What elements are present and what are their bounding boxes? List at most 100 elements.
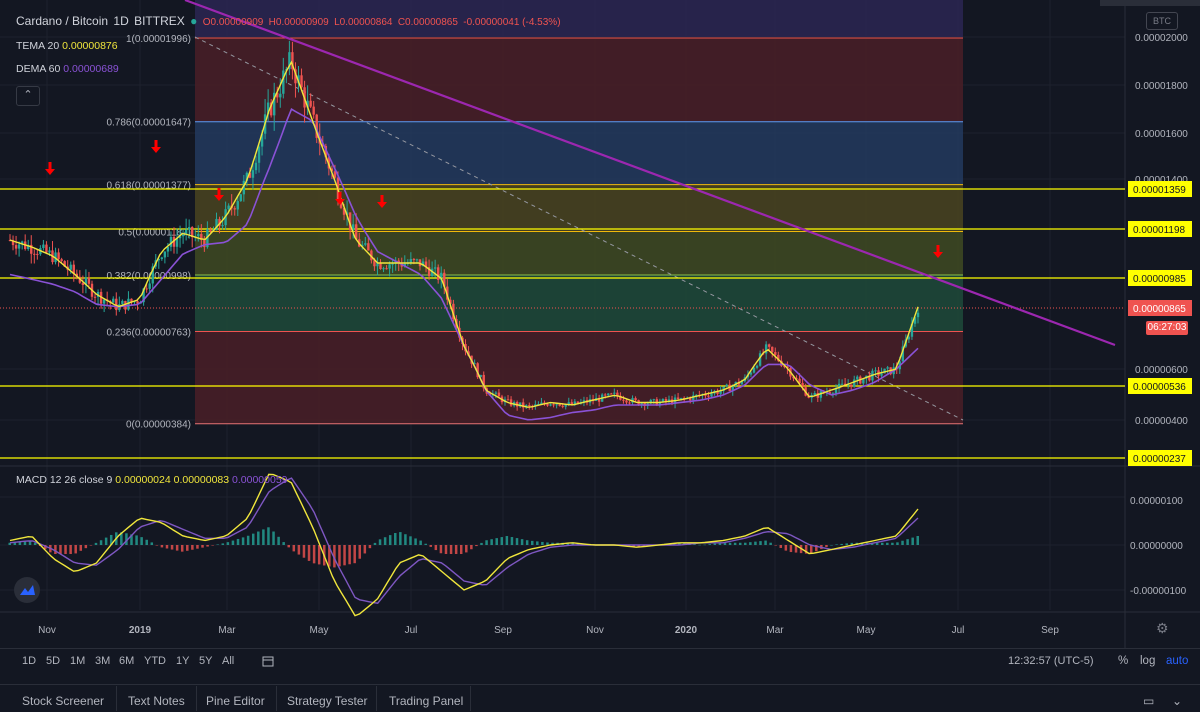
- candle-body: [236, 201, 239, 210]
- timeframe-ytd[interactable]: YTD: [144, 655, 166, 667]
- time-tick-label: Nov: [586, 625, 604, 636]
- timeframe-6m[interactable]: 6M: [119, 655, 134, 667]
- macd-histogram-bar: [703, 544, 706, 546]
- tab-trading-panel[interactable]: Trading Panel: [389, 694, 463, 708]
- timeframe-all[interactable]: All: [222, 655, 234, 667]
- chevron-up-icon: ⌃: [23, 89, 33, 101]
- time-tick-label: Mar: [218, 625, 236, 636]
- fib-zone: [195, 121, 963, 185]
- candle-body: [145, 288, 148, 290]
- auto-toggle[interactable]: auto: [1166, 655, 1188, 667]
- macd-histogram-bar: [246, 535, 250, 545]
- macd-histogram-bar: [180, 545, 184, 552]
- macd-histogram-bar: [728, 542, 732, 545]
- macd-histogram-bar: [891, 542, 894, 545]
- macd-histogram-bar: [257, 531, 260, 545]
- tab-strategy-tester[interactable]: Strategy Tester: [287, 694, 367, 708]
- candle-body: [257, 146, 261, 163]
- macd-histogram-bar: [99, 540, 103, 545]
- tab-stock-screener[interactable]: Stock Screener: [22, 694, 104, 708]
- macd-histogram-bar: [211, 545, 214, 546]
- timeframe-3m[interactable]: 3M: [95, 655, 110, 667]
- candle-body: [886, 367, 889, 369]
- macd-histogram-bar: [449, 545, 453, 554]
- time-tick-label: May: [857, 625, 876, 636]
- candle-body: [251, 170, 255, 178]
- candle-body: [561, 405, 564, 407]
- timeframe-1m[interactable]: 1M: [70, 655, 85, 667]
- candle-body: [57, 252, 60, 260]
- gear-icon[interactable]: ⚙: [1156, 620, 1169, 637]
- time-tick-label: Mar: [766, 625, 784, 636]
- fib-level-label: 0.618(0.00001377): [106, 181, 191, 192]
- candle-body: [707, 395, 710, 397]
- timeframe-5d[interactable]: 5D: [46, 655, 60, 667]
- currency-badge[interactable]: BTC: [1146, 12, 1178, 30]
- fib-zone: [195, 275, 963, 332]
- candle-body: [679, 397, 683, 399]
- candle-body: [436, 267, 440, 280]
- collapse-panel-icon[interactable]: ⌄: [1172, 694, 1182, 708]
- macd-histogram-bar: [165, 545, 169, 549]
- candle-body: [549, 404, 552, 406]
- macd-histogram-bar: [191, 545, 194, 550]
- log-toggle[interactable]: log: [1140, 655, 1155, 667]
- macd-histogram-bar: [292, 545, 296, 552]
- candle-body: [364, 243, 367, 245]
- tema-legend[interactable]: TEMA 20 0.00000876: [16, 40, 118, 52]
- macd-tick-label: 0.00000100: [1130, 496, 1183, 507]
- tab-pine-editor[interactable]: Pine Editor: [206, 694, 265, 708]
- macd-histogram-bar: [236, 538, 240, 545]
- time-axis[interactable]: Nov 2019 Mar May Jul Sep Nov 2020 Mar May Jul Sep: [38, 625, 1059, 636]
- collapse-legend-button[interactable]: ⌃: [16, 86, 40, 106]
- symbol-name[interactable]: Cardano / Bitcoin: [16, 14, 108, 28]
- macd-histogram-bar: [241, 537, 245, 545]
- candle-body: [312, 106, 315, 115]
- macd-histogram-bar: [485, 540, 488, 545]
- maximize-panel-icon[interactable]: ▭: [1143, 694, 1154, 708]
- tab-divider: [276, 686, 277, 711]
- candle-body: [227, 205, 230, 210]
- price-axis[interactable]: 0.000020000.000018000.000016000.00001400…: [1128, 33, 1192, 597]
- candle-body: [725, 384, 728, 387]
- macd-histogram-bar: [444, 545, 448, 554]
- time-tick-label: Jul: [952, 625, 965, 636]
- calendar-range-icon[interactable]: [262, 655, 274, 670]
- macd-histogram-bar: [84, 545, 88, 549]
- candle-body: [221, 225, 224, 227]
- macd-histogram-bar: [69, 545, 72, 554]
- tradingview-logo-icon[interactable]: [14, 577, 40, 603]
- candle-body: [14, 245, 18, 249]
- candle-body: [300, 75, 303, 88]
- interval[interactable]: 1D: [113, 14, 128, 28]
- macd-histogram-bar: [830, 544, 833, 546]
- candle-body: [102, 299, 106, 304]
- timeframe-1y[interactable]: 1Y: [176, 655, 189, 667]
- percent-toggle[interactable]: %: [1118, 655, 1128, 667]
- candle-body: [33, 253, 36, 255]
- clock[interactable]: 12:32:57 (UTC-5): [1008, 655, 1094, 667]
- macd-histogram-bar: [754, 541, 757, 545]
- candle-body: [388, 264, 391, 269]
- macd-histogram-bar: [94, 542, 98, 545]
- macd-histogram-bar: [307, 545, 311, 561]
- macd-histogram-bar: [713, 543, 717, 545]
- price-tick-label: 0.00000400: [1135, 416, 1188, 427]
- macd-legend[interactable]: MACD 12 26 close 9 0.00000024 0.00000083…: [16, 474, 288, 486]
- candle-body: [36, 253, 39, 255]
- dema-legend[interactable]: DEMA 60 0.00000689: [16, 63, 119, 75]
- macd-histogram-bar: [338, 545, 341, 567]
- fib-level-label: 1(0.00001996): [126, 34, 191, 45]
- macd-histogram-bar: [394, 533, 397, 545]
- tab-text-notes[interactable]: Text Notes: [128, 694, 185, 708]
- macd-histogram-bar: [150, 542, 154, 545]
- symbol-header[interactable]: Cardano / Bitcoin 1D BITTREX ● O0.000009…: [16, 14, 563, 28]
- timeframe-1d[interactable]: 1D: [22, 655, 36, 667]
- macd-histogram-bar: [759, 541, 762, 545]
- timeframe-5y[interactable]: 5Y: [199, 655, 212, 667]
- price-chart[interactable]: 1(0.00001996) 0.786(0.00001647) 0.618(0.00…: [0, 0, 1200, 650]
- macd-histogram-bar: [698, 544, 701, 546]
- macd-histogram-bar: [64, 545, 67, 554]
- macd-histogram-bar: [880, 542, 884, 545]
- fib-zone: [195, 37, 963, 122]
